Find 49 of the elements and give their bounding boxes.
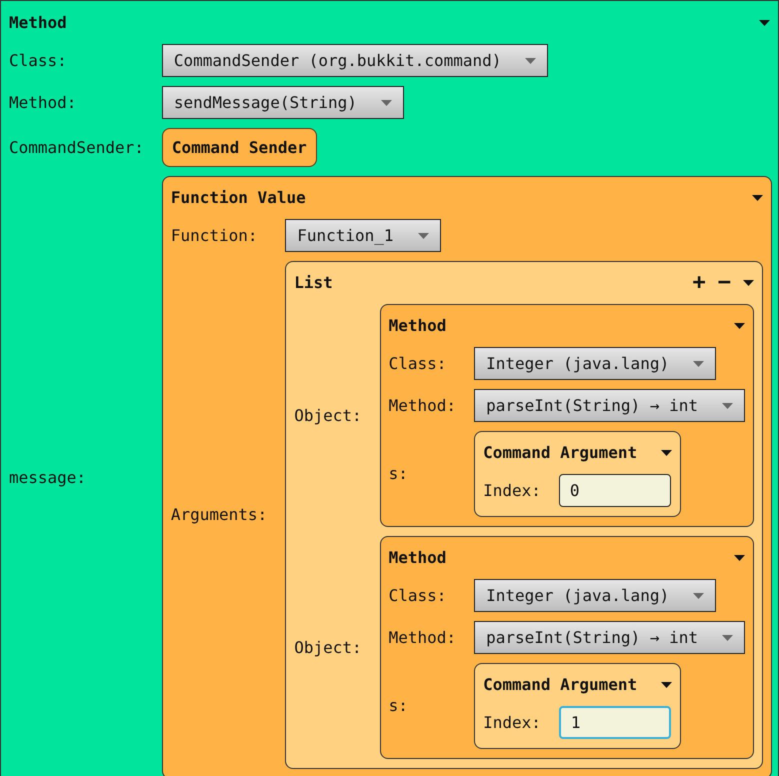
index-field[interactable]: 1 (558, 706, 671, 739)
dropdown[interactable]: CommandSender (org.bukkit.command) (162, 44, 548, 77)
caret-icon (722, 634, 733, 640)
remove-button[interactable]: − (718, 272, 731, 294)
field-label: Method: (388, 626, 456, 648)
dropdown[interactable]: Integer (java.lang) (474, 579, 716, 612)
panel-title: Method (388, 547, 446, 569)
dropdown[interactable]: Integer (java.lang) (474, 347, 716, 380)
caret-icon (380, 100, 392, 106)
dropdown[interactable]: parseInt(String) → int (474, 621, 745, 654)
caret-icon (693, 360, 704, 366)
field-label: Method: (388, 394, 456, 416)
panel-title: Command Argument (483, 442, 638, 464)
dropdown[interactable]: sendMessage(String) (162, 86, 404, 119)
panel-title: List (294, 272, 333, 294)
collapse-icon (661, 682, 672, 688)
field-label: Index: (483, 480, 541, 502)
caret-icon (693, 592, 704, 598)
field-label: message: (9, 466, 88, 488)
collapse-icon (734, 323, 745, 329)
collapse-icon (742, 280, 754, 286)
caret-icon (722, 402, 733, 408)
collapse-icon (661, 450, 672, 456)
panel-title: Function Value (170, 187, 306, 209)
caret-icon (418, 232, 429, 238)
index-field[interactable]: 0 (558, 474, 671, 507)
dropdown[interactable]: parseInt(String) → int (474, 389, 745, 422)
command-sender-chip[interactable]: Command Sender (162, 128, 317, 167)
field-label: Class: (9, 50, 68, 72)
field-label: Function: (170, 224, 259, 246)
panel-title: Method (388, 315, 446, 337)
field-label: Class: (388, 584, 448, 606)
field-label: Class: (388, 352, 448, 374)
caret-icon (525, 58, 536, 64)
panel-title: Method (9, 12, 67, 34)
collapse-icon (759, 20, 770, 26)
dropdown[interactable]: Function_1 (285, 219, 441, 252)
field-label: Method: (9, 92, 78, 114)
panel-title: Command Argument (483, 674, 638, 696)
field-label: Object: (294, 404, 362, 426)
field-label: Index: (483, 712, 541, 734)
add-button[interactable]: + (692, 272, 706, 294)
field-label: s: (388, 463, 409, 485)
field-label: s: (388, 695, 409, 717)
field-label: Object: (294, 636, 362, 658)
field-label: CommandSender: (9, 136, 144, 158)
field-label: Arguments: (170, 504, 268, 526)
collapse-icon (734, 555, 745, 561)
collapse-icon (752, 195, 763, 201)
